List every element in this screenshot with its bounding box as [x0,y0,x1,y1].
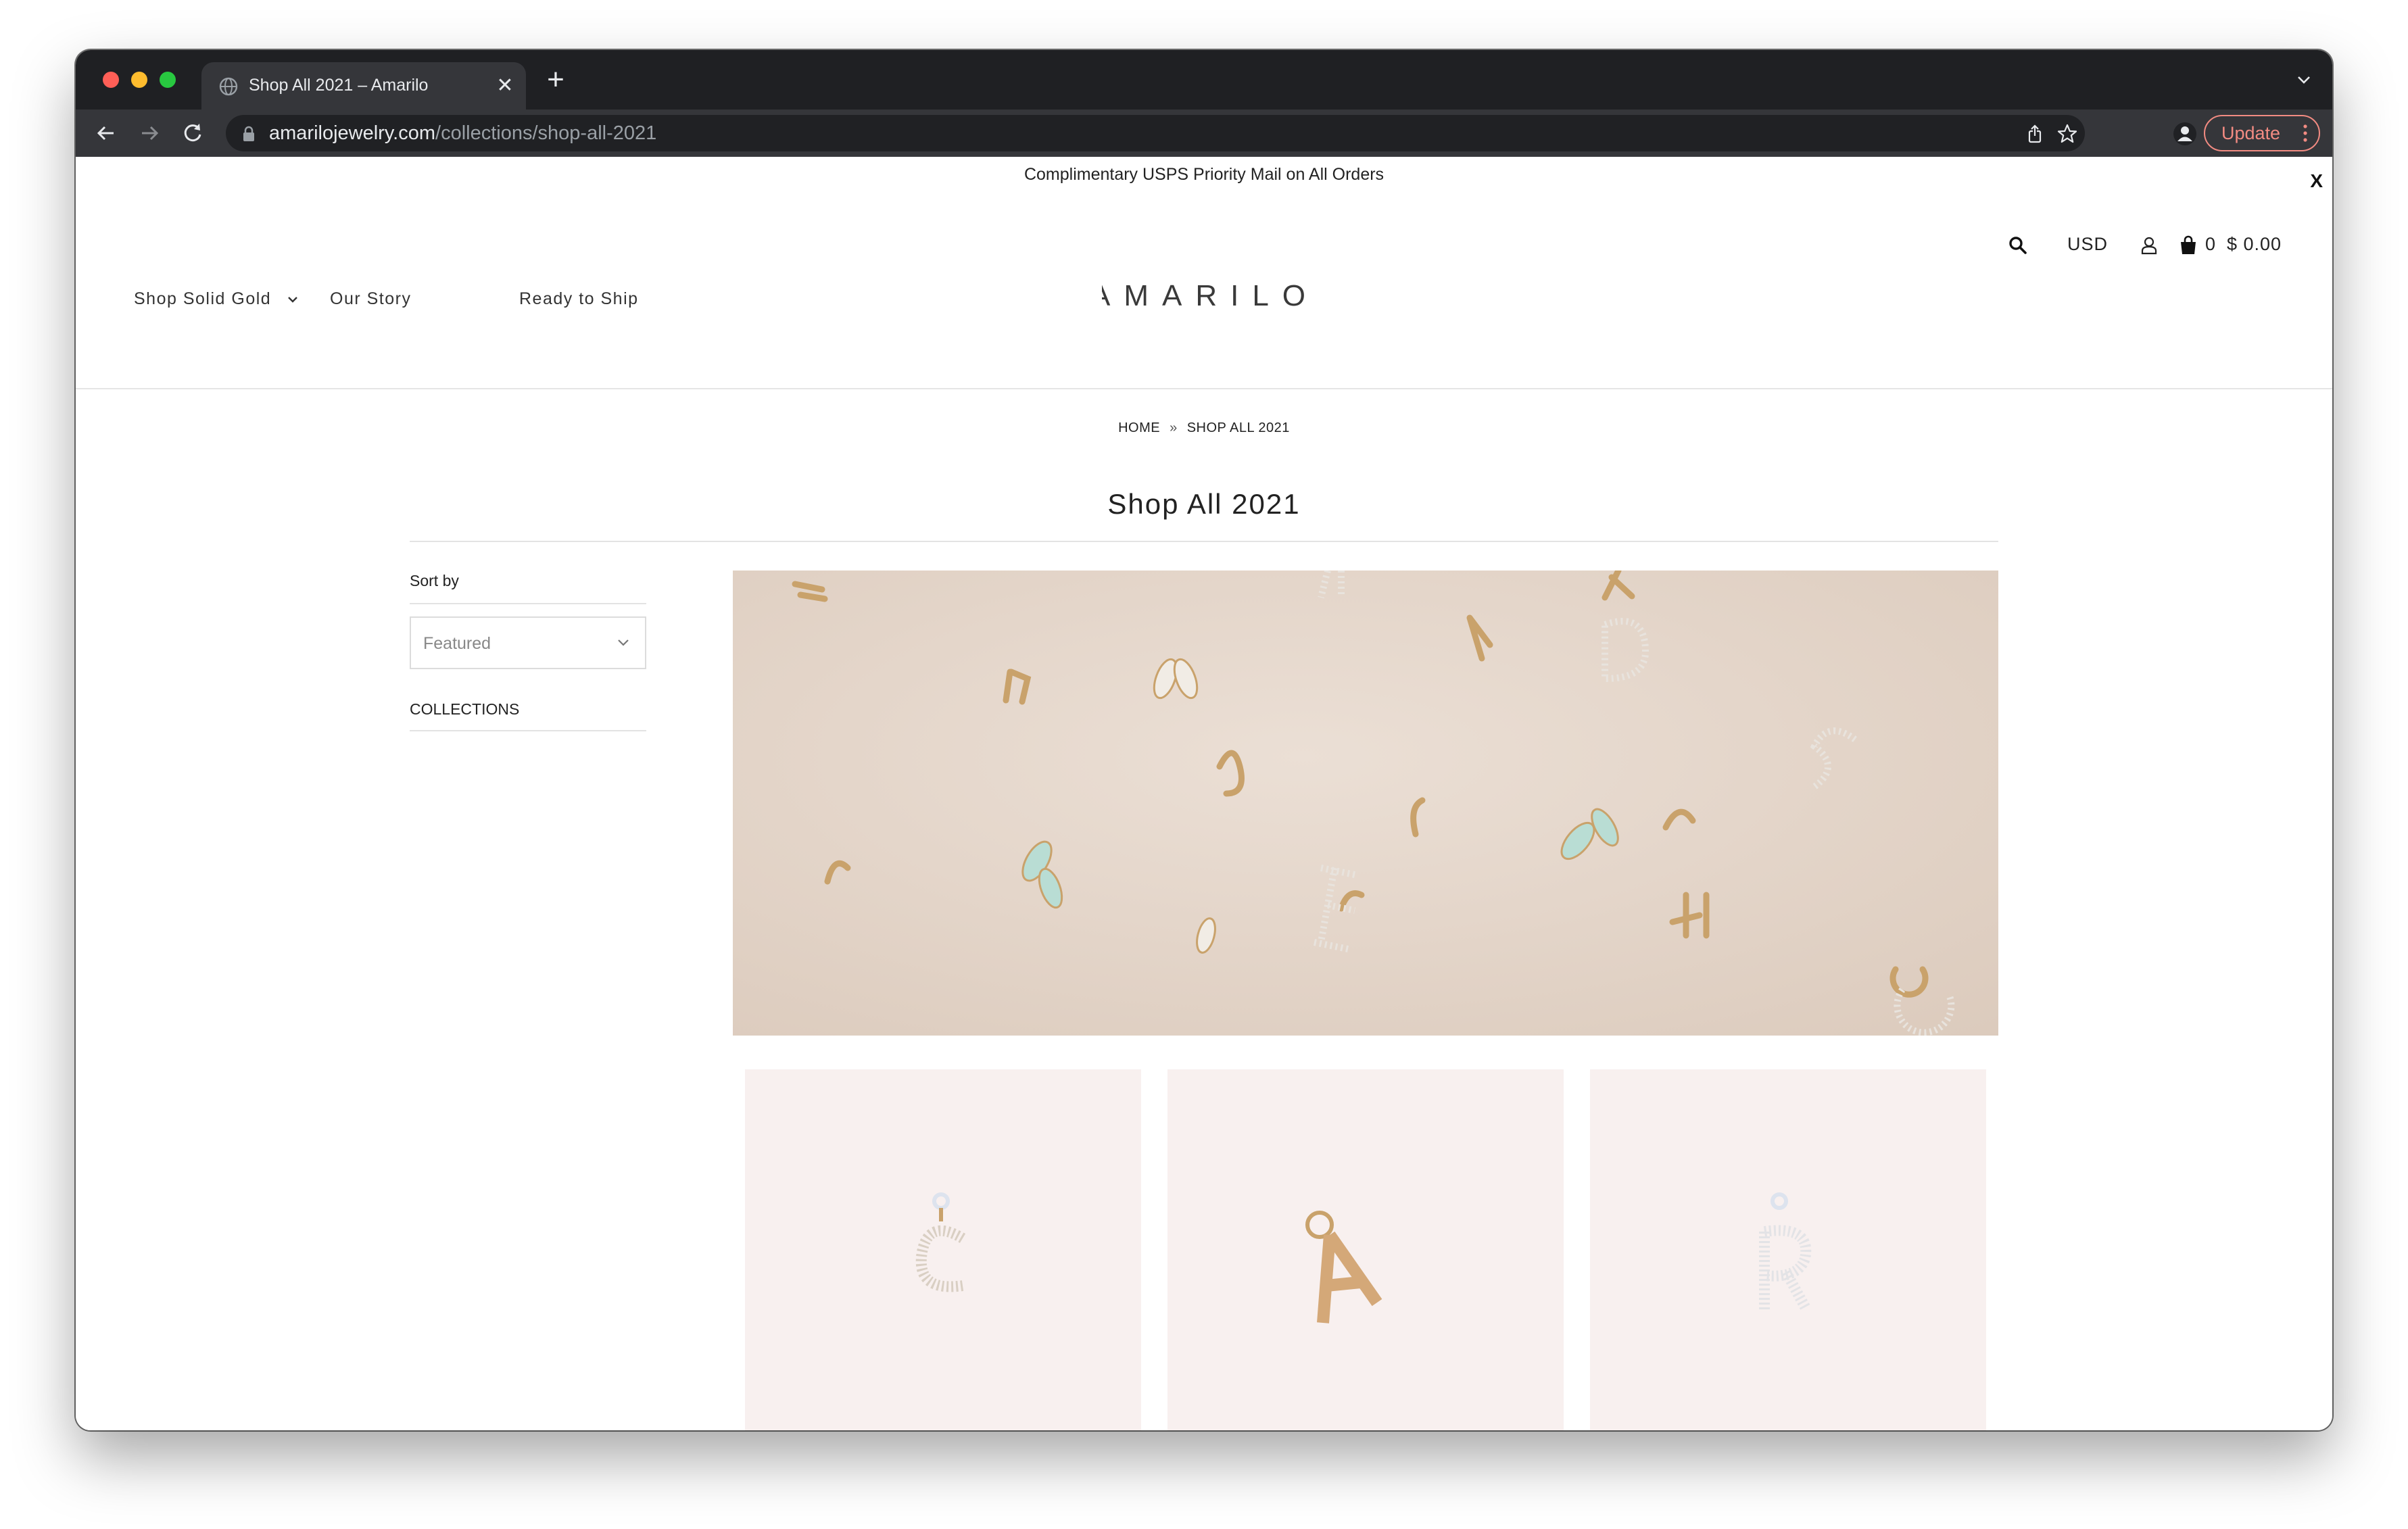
product-image: C [915,1192,966,1293]
tab-strip: Shop All 2021 – Amarilo ✕ + [76,50,2332,110]
url-path: /collections/shop-all-2021 [435,122,657,144]
product-image: A [1305,1211,1382,1324]
more-menu-icon[interactable] [2303,124,2308,142]
account-user-icon[interactable] [2139,235,2159,256]
share-icon[interactable] [2024,123,2046,145]
browser-tab-active[interactable]: Shop All 2021 – Amarilo ✕ [201,62,526,110]
product-card[interactable]: R [1590,1069,1986,1430]
header-divider [76,388,2332,389]
cart-count[interactable]: 0 [2205,234,2216,255]
update-label: Update [2221,123,2281,143]
browser-window: Shop All 2021 – Amarilo ✕ + amarilojewel… [76,50,2332,1430]
tab-search-chevron-icon[interactable] [2294,70,2313,89]
brand-logo-text: AMARILO [1102,279,1307,311]
browser-toolbar: amarilojewelry.com/collections/shop-all-… [76,110,2332,157]
nav-item-shop-solid-gold[interactable]: Shop Solid Gold [134,289,297,309]
shopping-bag-icon[interactable] [2178,235,2198,256]
announcement-bar: Complimentary USPS Priority Mail on All … [76,157,2332,192]
tab-close-icon[interactable]: ✕ [495,76,515,96]
product-card[interactable]: A [1167,1069,1564,1430]
url-text: amarilojewelry.com/collections/shop-all-… [269,122,656,145]
currency-selector[interactable]: USD [2067,234,2108,255]
tab-title: Shop All 2021 – Amarilo [249,76,429,95]
sort-by-label: Sort by [410,572,459,589]
breadcrumb: HOME » SHOP ALL 2021 [76,420,2332,436]
sort-divider [410,603,646,604]
forward-arrow-icon[interactable] [135,119,164,147]
lock-icon[interactable] [242,126,256,142]
brand-logo[interactable]: AMARILO [1102,277,1307,311]
address-bar[interactable]: amarilojewelry.com/collections/shop-all-… [226,115,2085,151]
chevron-down-icon [618,639,629,646]
sort-by-select[interactable]: Featured [410,616,646,669]
close-window-button[interactable] [103,72,119,88]
cart-total[interactable]: $ 0.00 [2227,234,2282,255]
breadcrumb-current: SHOP ALL 2021 [1186,420,1290,435]
sort-by-value: Featured [423,634,491,653]
product-letter: C [940,1292,942,1293]
nav-item-our-story[interactable]: Our Story [330,289,411,309]
product-card[interactable]: C [745,1069,1141,1430]
collection-banner-image [733,571,1998,1036]
title-divider [410,541,1998,542]
collections-heading[interactable]: COLLECTIONS [410,700,519,719]
product-letter: R [1785,1292,1787,1293]
bookmark-star-icon[interactable] [2056,123,2078,145]
zoom-window-button[interactable] [160,72,176,88]
breadcrumb-home-link[interactable]: HOME [1118,420,1160,435]
back-arrow-icon[interactable] [92,119,120,147]
reload-icon[interactable] [178,119,207,147]
announcement-close-button[interactable]: X [2310,164,2323,199]
announcement-text: Complimentary USPS Priority Mail on All … [1024,165,1384,184]
breadcrumb-separator: » [1170,420,1178,435]
nav-item-ready-to-ship[interactable]: Ready to Ship [519,289,639,309]
globe-icon [219,77,238,96]
page-title: Shop All 2021 [1107,488,1301,520]
desktop-background: Shop All 2021 – Amarilo ✕ + amarilojewel… [0,0,2408,1529]
collections-divider [410,730,646,731]
search-icon[interactable] [2008,235,2028,256]
product-letter: A [1356,1291,1357,1293]
chevron-down-icon [288,297,297,303]
web-page: Complimentary USPS Priority Mail on All … [76,157,2332,1430]
url-domain: amarilojewelry.com [269,122,436,144]
nav-label-shop-solid-gold: Shop Solid Gold [134,289,272,308]
profile-avatar-icon[interactable] [2173,122,2197,146]
update-chrome-button[interactable]: Update [2204,115,2320,151]
product-image: R [1759,1192,1812,1312]
new-tab-button[interactable]: + [542,65,569,95]
minimize-window-button[interactable] [131,72,147,88]
